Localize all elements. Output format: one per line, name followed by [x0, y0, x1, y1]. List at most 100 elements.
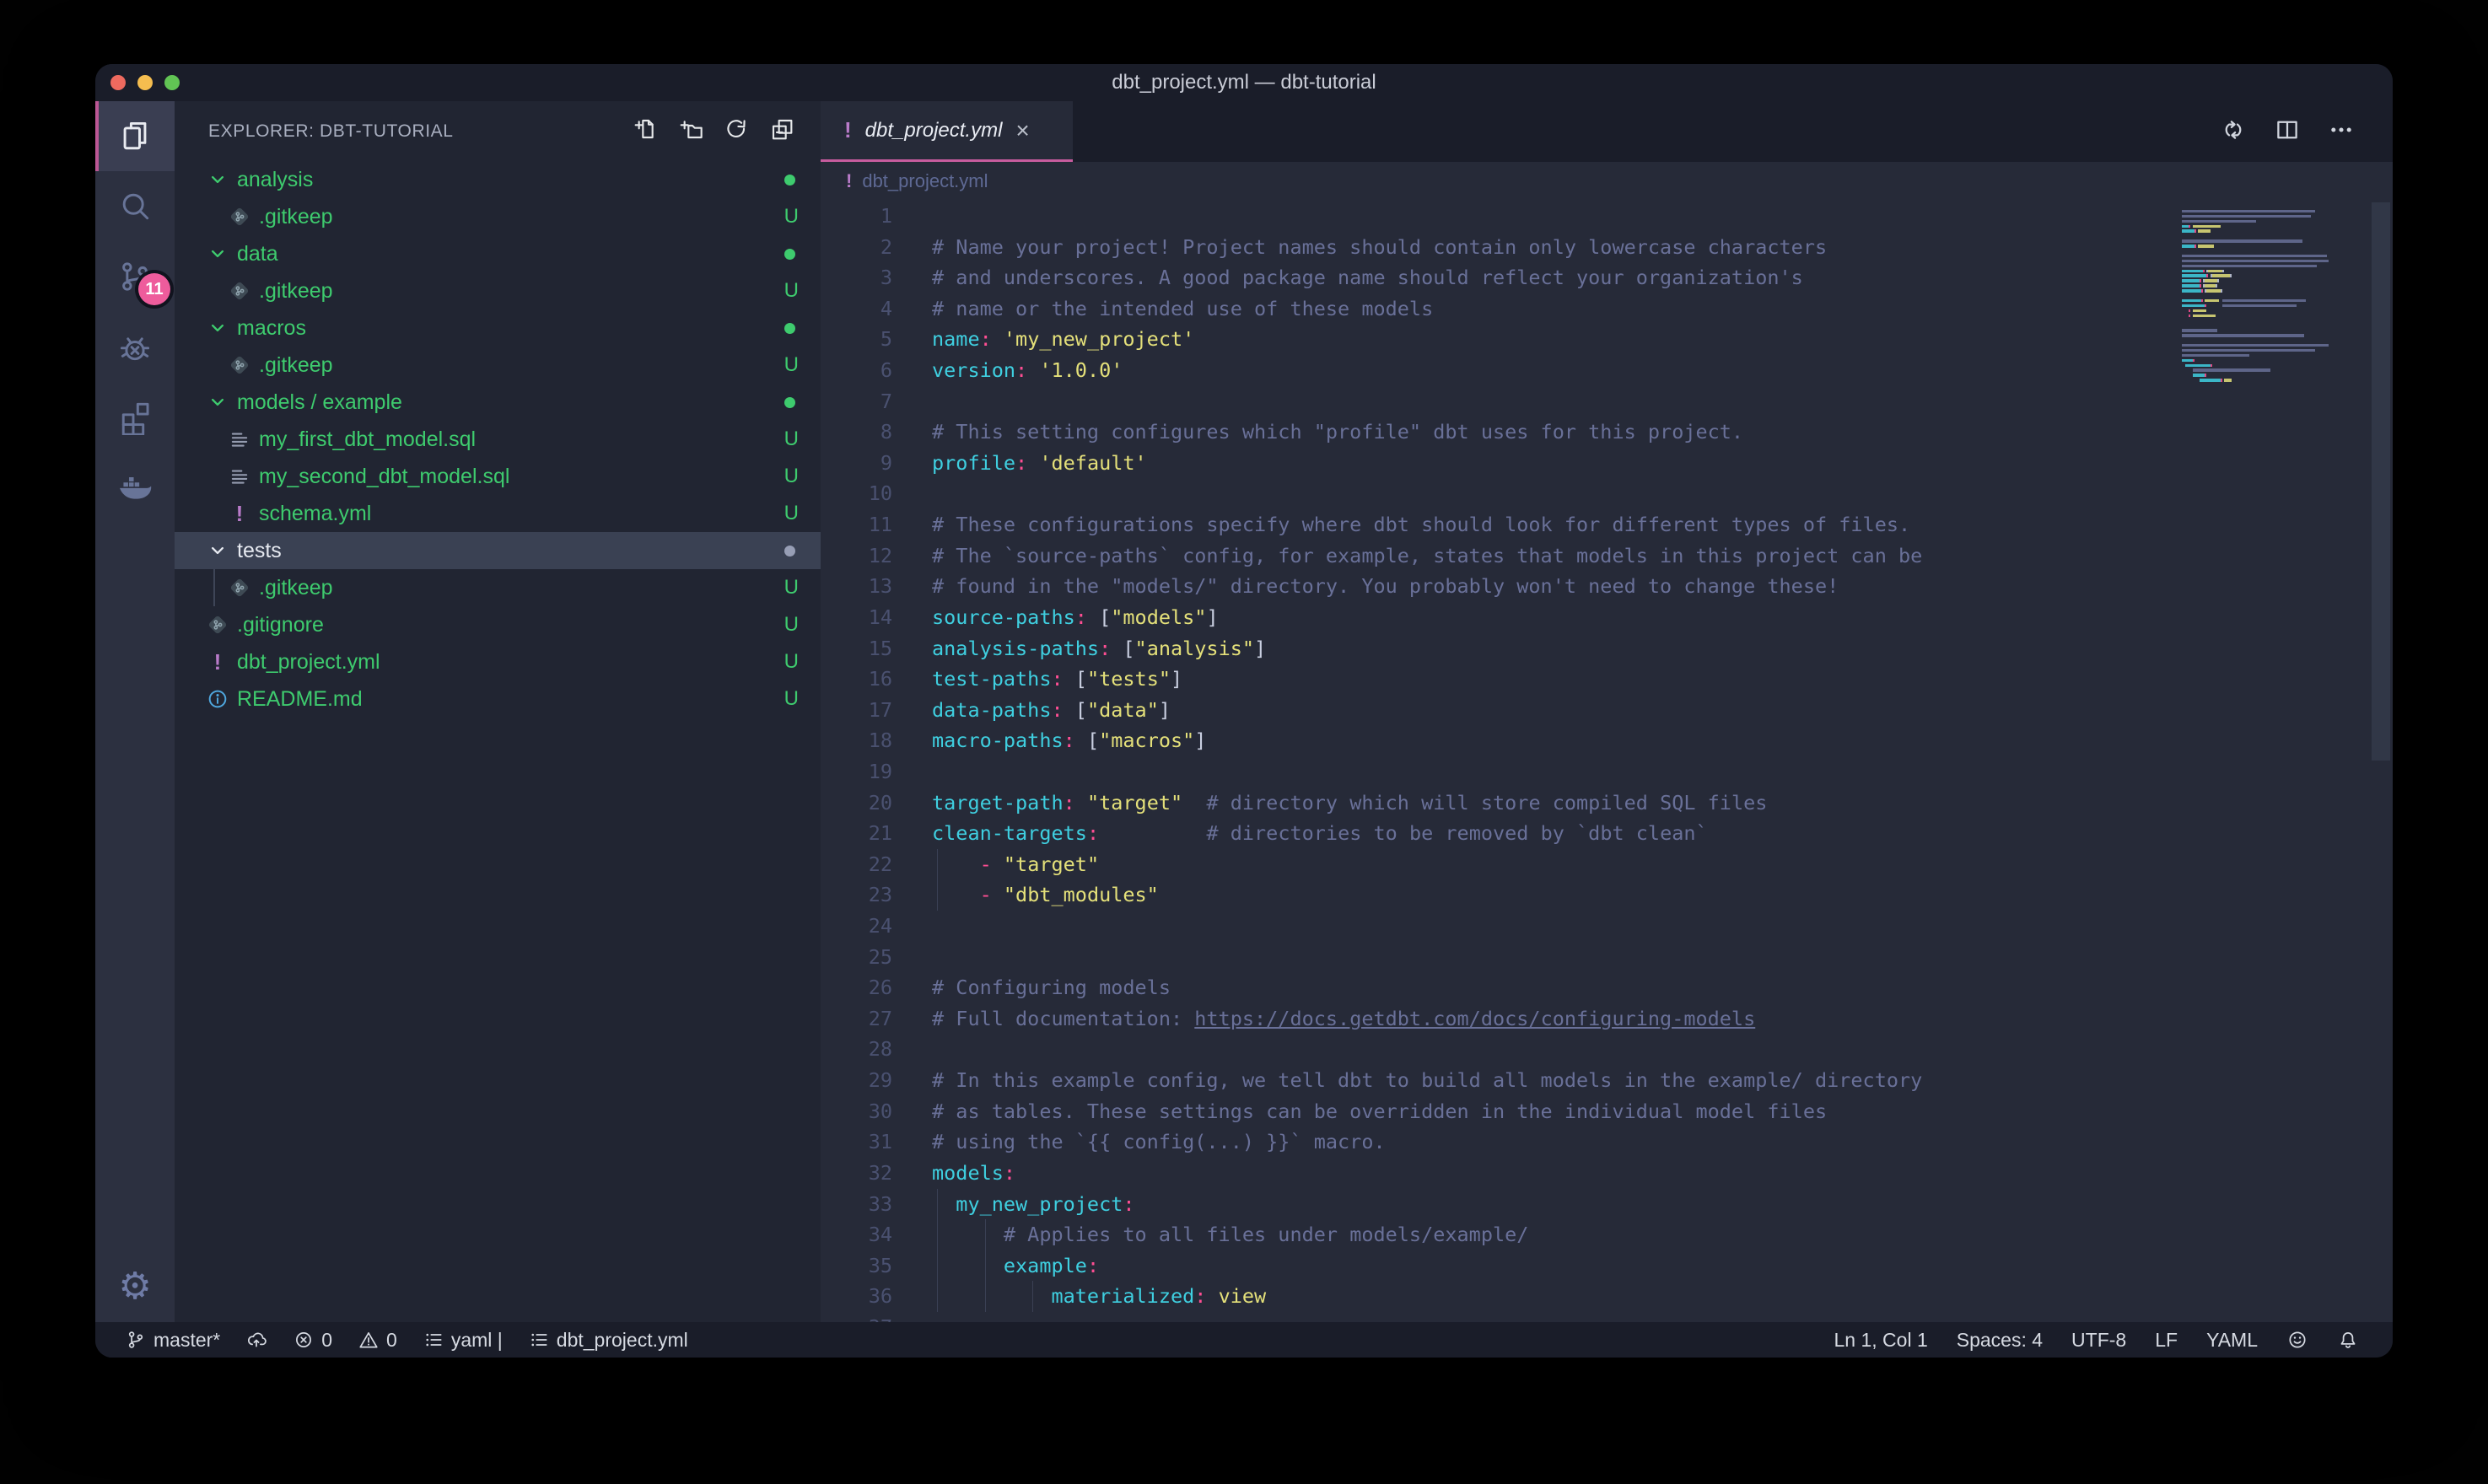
tree-item-my-second-dbt-model-sql[interactable]: my_second_dbt_model.sqlU	[175, 458, 821, 495]
code-line-37[interactable]: 37	[821, 1312, 2393, 1322]
status-error-count[interactable]: 0	[293, 1329, 332, 1352]
minimap[interactable]	[2182, 204, 2371, 388]
breadcrumb[interactable]: ! dbt_project.yml	[821, 162, 2393, 201]
code-line-36[interactable]: 36 materialized: view	[821, 1281, 2393, 1312]
activity-item-source-control[interactable]: 11	[95, 241, 175, 311]
code-line-18[interactable]: 18macro-paths: ["macros"]	[821, 725, 2393, 756]
code-line-1[interactable]: 1	[821, 201, 2393, 232]
chevron-down-icon[interactable]	[205, 390, 230, 415]
code-line-2[interactable]: 2# Name your project! Project names shou…	[821, 232, 2393, 263]
window-title: dbt_project.yml — dbt-tutorial	[95, 64, 2393, 101]
tree-item-analysis[interactable]: analysis	[175, 161, 821, 198]
code-line-7[interactable]: 7	[821, 386, 2393, 417]
code-line-12[interactable]: 12# The `source-paths` config, for examp…	[821, 540, 2393, 572]
code-line-31[interactable]: 31# using the `{{ config(...) }}` macro.	[821, 1126, 2393, 1158]
activity-item-extensions[interactable]	[95, 381, 175, 451]
code-line-32[interactable]: 32models:	[821, 1158, 2393, 1189]
code-line-29[interactable]: 29# In this example config, we tell dbt …	[821, 1065, 2393, 1096]
status-notifications[interactable]	[2337, 1329, 2359, 1351]
code-line-4[interactable]: 4# name or the intended use of these mod…	[821, 293, 2393, 325]
line-number: 25	[821, 942, 892, 973]
chevron-down-icon[interactable]	[205, 315, 230, 341]
explorer-header: EXPLORER: DBT-TUTORIAL	[175, 101, 821, 161]
info-icon	[206, 687, 229, 711]
code-line-20[interactable]: 20target-path: "target" # directory whic…	[821, 788, 2393, 819]
open-changes-button[interactable]	[2219, 116, 2248, 148]
tab-dbt-project-yml[interactable]: ! dbt_project.yml ×	[821, 101, 1073, 162]
tree-item-gitkeep[interactable]: .gitkeepU	[175, 198, 821, 235]
editor-scrollbar[interactable]	[2372, 202, 2390, 761]
new-file-button[interactable]	[632, 116, 659, 147]
status-encoding[interactable]: UTF-8	[2071, 1329, 2126, 1352]
new-folder-button[interactable]	[677, 116, 704, 147]
code-line-22[interactable]: 22 - "target"	[821, 849, 2393, 880]
status-indentation[interactable]: Spaces: 4	[1957, 1329, 2043, 1352]
code-line-13[interactable]: 13# found in the "models/" directory. Yo…	[821, 571, 2393, 602]
code-line-33[interactable]: 33 my_new_project:	[821, 1189, 2393, 1220]
code-editor[interactable]: 12# Name your project! Project names sho…	[821, 201, 2393, 1322]
status-branch-indicator[interactable]: master*	[125, 1329, 220, 1352]
activity-item-debug[interactable]	[95, 311, 175, 381]
tree-item-gitignore[interactable]: .gitignoreU	[175, 606, 821, 643]
settings-gear-icon[interactable]: ⚙	[95, 1250, 175, 1322]
tree-item-my-first-dbt-model-sql[interactable]: my_first_dbt_model.sqlU	[175, 421, 821, 458]
status-cursor-position[interactable]: Ln 1, Col 1	[1834, 1329, 1928, 1352]
tree-item-gitkeep[interactable]: .gitkeepU	[175, 347, 821, 384]
code-line-21[interactable]: 21clean-targets: # directories to be rem…	[821, 818, 2393, 849]
chevron-down-icon[interactable]	[205, 167, 230, 192]
code-line-5[interactable]: 5name: 'my_new_project'	[821, 324, 2393, 355]
code-line-9[interactable]: 9profile: 'default'	[821, 448, 2393, 479]
collapse-all-button[interactable]	[768, 116, 795, 147]
code-line-16[interactable]: 16test-paths: ["tests"]	[821, 664, 2393, 695]
code-line-14[interactable]: 14source-paths: ["models"]	[821, 602, 2393, 633]
code-line-24[interactable]: 24	[821, 911, 2393, 942]
split-editor-button[interactable]	[2273, 116, 2302, 148]
extensions-icon	[116, 398, 153, 435]
status-warning-count[interactable]: 0	[358, 1329, 397, 1352]
tree-item-label: README.md	[237, 687, 363, 712]
status-feedback[interactable]	[2286, 1329, 2308, 1351]
chevron-down-icon	[206, 242, 229, 266]
activity-item-docker[interactable]	[95, 451, 175, 521]
chevron-down-icon[interactable]	[205, 241, 230, 266]
tree-item-readme-md[interactable]: README.mdU	[175, 680, 821, 718]
status-task-yaml[interactable]: yaml |	[423, 1329, 503, 1352]
code-line-35[interactable]: 35 example:	[821, 1250, 2393, 1282]
code-line-10[interactable]: 10	[821, 478, 2393, 509]
refresh-button[interactable]	[723, 116, 750, 147]
tree-item-schema-yml[interactable]: !schema.ymlU	[175, 495, 821, 532]
code-line-8[interactable]: 8# This setting configures which "profil…	[821, 417, 2393, 448]
status-eol[interactable]: LF	[2155, 1329, 2178, 1352]
tree-item-tests[interactable]: tests	[175, 532, 821, 569]
tab-close-icon[interactable]: ×	[1015, 119, 1029, 142]
code-line-17[interactable]: 17data-paths: ["data"]	[821, 695, 2393, 726]
tree-item-data[interactable]: data	[175, 235, 821, 272]
chevron-down-icon	[206, 539, 229, 562]
code-line-11[interactable]: 11# These configurations specify where d…	[821, 509, 2393, 540]
status-language-mode[interactable]: YAML	[2206, 1329, 2258, 1352]
code-line-30[interactable]: 30# as tables. These settings can be ove…	[821, 1096, 2393, 1127]
chevron-down-icon[interactable]	[205, 538, 230, 563]
tree-item-models-example[interactable]: models / example	[175, 384, 821, 421]
breadcrumb-item[interactable]: dbt_project.yml	[862, 170, 988, 192]
code-line-26[interactable]: 26# Configuring models	[821, 972, 2393, 1003]
tree-item-macros[interactable]: macros	[175, 309, 821, 347]
code-line-15[interactable]: 15analysis-paths: ["analysis"]	[821, 633, 2393, 664]
tree-item-gitkeep[interactable]: .gitkeepU	[175, 272, 821, 309]
code-line-23[interactable]: 23 - "dbt_modules"	[821, 879, 2393, 911]
tree-item-gitkeep[interactable]: .gitkeepU	[175, 569, 821, 606]
status-task-file[interactable]: dbt_project.yml	[528, 1329, 688, 1352]
more-button[interactable]	[2327, 116, 2356, 148]
tree-item-dbt-project-yml[interactable]: !dbt_project.ymlU	[175, 643, 821, 680]
activity-item-search[interactable]	[95, 171, 175, 241]
code-line-3[interactable]: 3# and underscores. A good package name …	[821, 262, 2393, 293]
code-line-27[interactable]: 27# Full documentation: https://docs.get…	[821, 1003, 2393, 1035]
activity-item-explorer[interactable]	[95, 101, 175, 171]
code-line-34[interactable]: 34 # Applies to all files under models/e…	[821, 1219, 2393, 1250]
code-line-28[interactable]: 28	[821, 1034, 2393, 1065]
status-sync-changes[interactable]	[245, 1329, 267, 1351]
code-line-25[interactable]: 25	[821, 942, 2393, 973]
code-line-19[interactable]: 19	[821, 756, 2393, 788]
code-line-6[interactable]: 6version: '1.0.0'	[821, 355, 2393, 386]
titlebar[interactable]: dbt_project.yml — dbt-tutorial	[95, 64, 2393, 101]
